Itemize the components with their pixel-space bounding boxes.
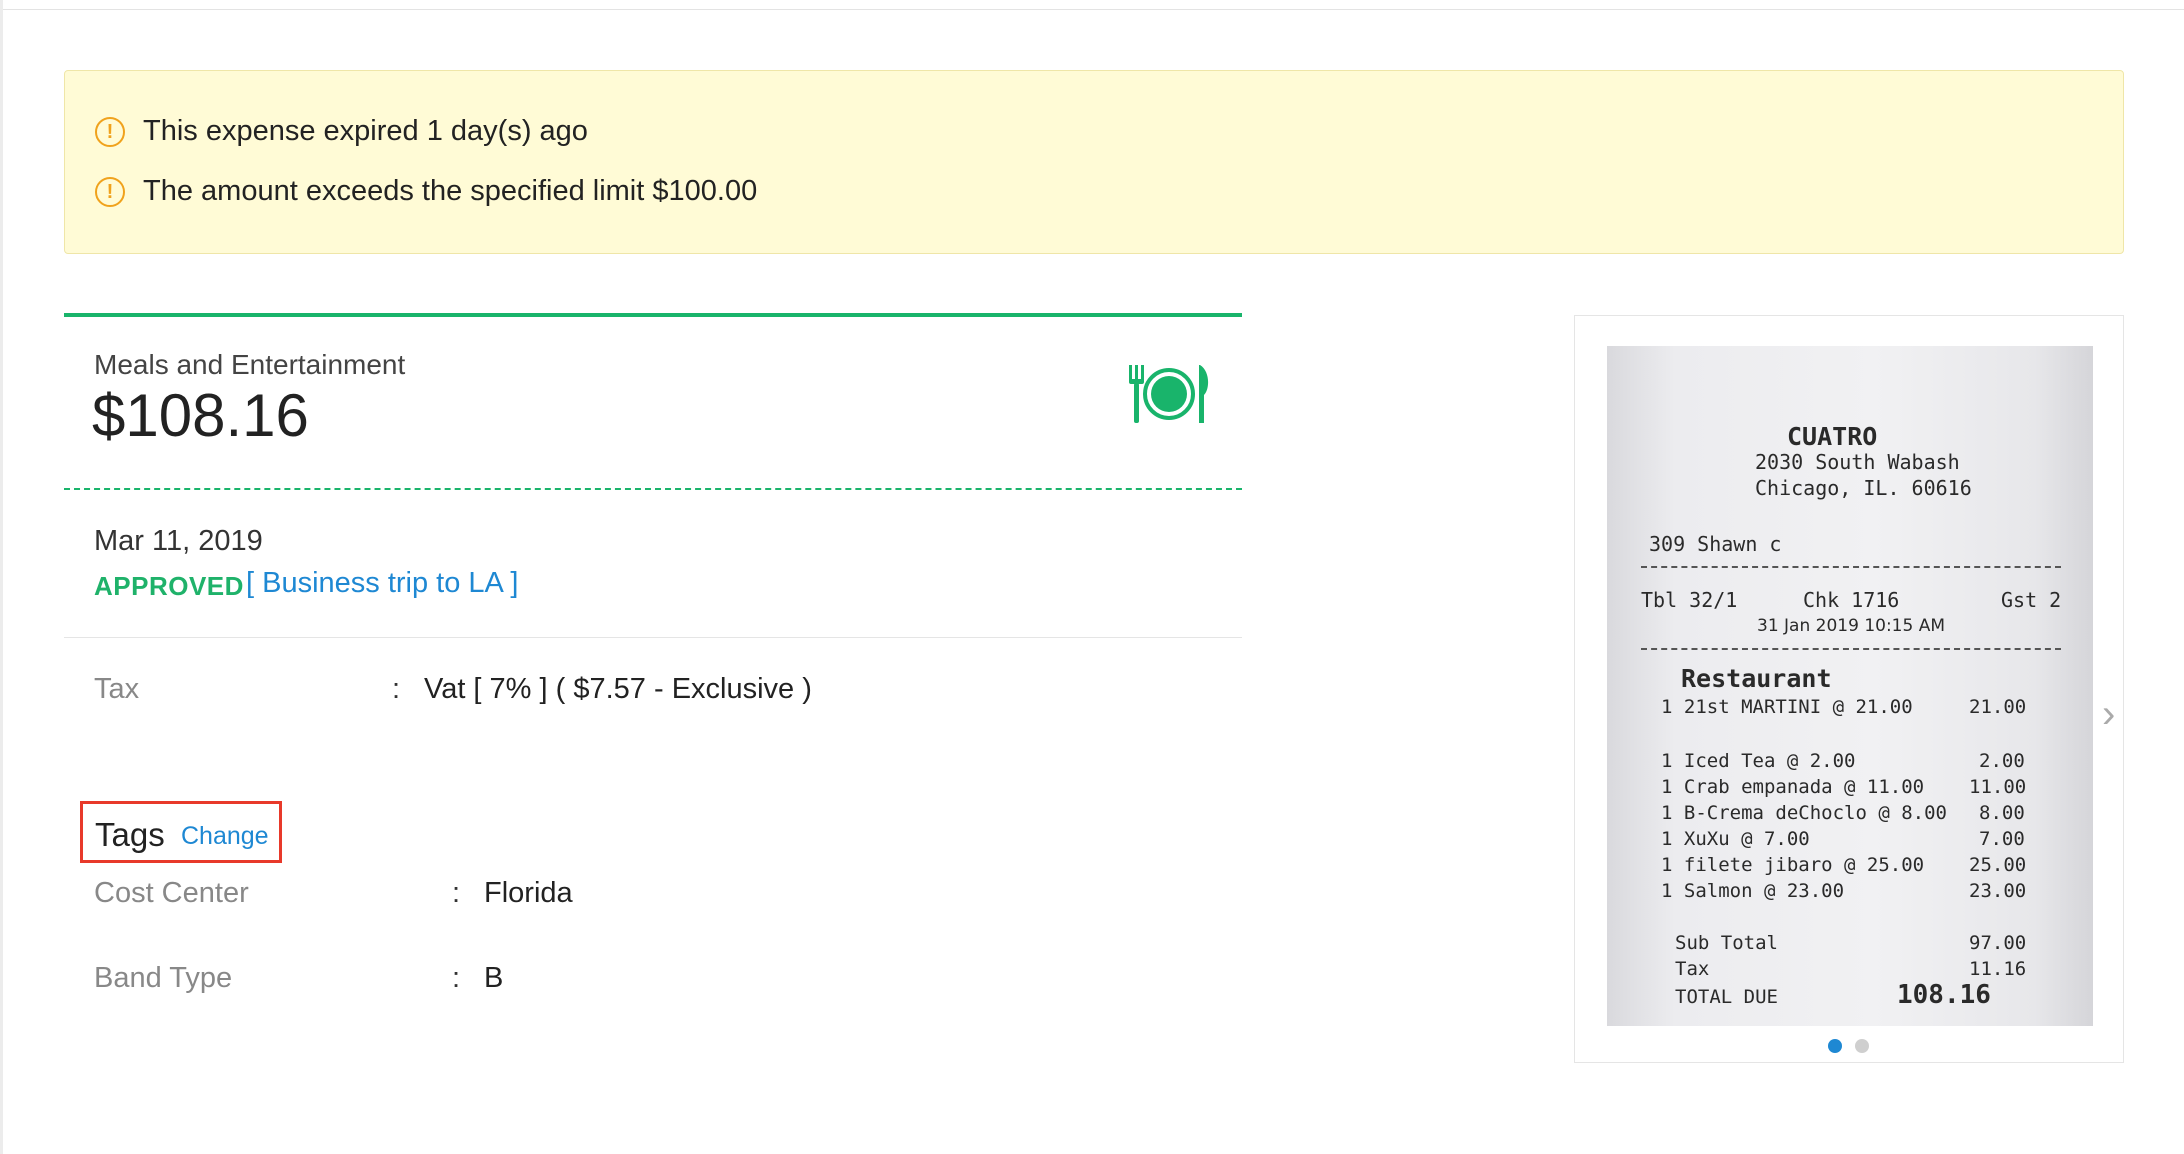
alert-expired: ! This expense expired 1 day(s) ago (95, 115, 588, 148)
top-divider (0, 0, 2184, 10)
receipt-line-item: 1 XuXu @ 7.00 (1661, 828, 1810, 850)
card-accent-bar (64, 313, 1242, 317)
receipt-server: 309 Shawn c (1649, 532, 1782, 556)
receipt-tax-label: Tax (1675, 958, 1710, 980)
receipt-line-price: 23.00 (1969, 880, 2027, 902)
warning-icon: ! (95, 116, 125, 147)
receipt-line-item: 1 21st MARTINI @ 21.00 (1661, 696, 1913, 718)
receipt-line-price: 2.00 (1979, 750, 2025, 772)
report-link[interactable]: [ Business trip to LA ] (246, 567, 518, 600)
dashed-divider (64, 488, 1242, 490)
receipt-line-price: 25.00 (1969, 854, 2027, 876)
receipt-address-1: 2030 South Wabash (1755, 450, 1960, 474)
fork-plate-knife-icon (1129, 365, 1209, 423)
tags-highlight-box: Tags Change (80, 801, 282, 863)
receipt-section: Restaurant (1681, 664, 1832, 693)
receipt-line-price: 11.00 (1969, 776, 2027, 798)
tax-value: Vat [ 7% ] ( $7.57 - Exclusive ) (424, 673, 812, 705)
receipt-subtotal: 97.00 (1969, 932, 2027, 954)
cost-center-label: Cost Center (94, 877, 249, 909)
cost-center-colon: : (452, 877, 461, 909)
status-badge: APPROVED (94, 571, 244, 601)
left-divider (0, 0, 3, 1154)
carousel-dot-2[interactable] (1855, 1039, 1869, 1053)
receipt-line-price: 21.00 (1969, 696, 2027, 718)
receipt-image[interactable]: CUATRO 2030 South Wabash Chicago, IL. 60… (1607, 346, 2093, 1026)
receipt-check: Chk 1716 (1803, 588, 1900, 612)
section-divider (64, 637, 1242, 638)
expense-details-card: Meals and Entertainment $108.16 Mar 11, … (64, 313, 1242, 1053)
receipt-preview: CUATRO 2030 South Wabash Chicago, IL. 60… (1574, 315, 2124, 1063)
receipt-datetime: 31 Jan 2019 10:15 AM (1757, 616, 1946, 636)
cost-center-value: Florida (484, 877, 573, 909)
receipt-total-label: TOTAL DUE (1675, 986, 1778, 1008)
warning-banner: ! This expense expired 1 day(s) ago ! Th… (64, 70, 2124, 254)
receipt-address-2: Chicago, IL. 60616 (1755, 476, 1972, 500)
carousel-dot-1[interactable] (1828, 1039, 1842, 1053)
receipt-total: 108.16 (1897, 980, 1991, 1010)
receipt-line-item: 1 Crab empanada @ 11.00 (1661, 776, 1925, 798)
tags-change-link[interactable]: Change (181, 822, 269, 851)
alert-limit-text: The amount exceeds the specified limit $… (143, 175, 758, 207)
receipt-guests: Gst 2 (2001, 588, 2062, 612)
receipt-line-item: 1 Iced Tea @ 2.00 (1661, 750, 1856, 772)
receipt-divider (1641, 566, 2061, 568)
expense-category: Meals and Entertainment (94, 349, 406, 380)
receipt-tax: 11.16 (1969, 958, 2027, 980)
receipt-merchant: CUATRO (1787, 422, 1878, 451)
alert-expired-text: This expense expired 1 day(s) ago (143, 115, 588, 147)
expense-amount: $108.16 (92, 382, 309, 449)
tax-colon: : (392, 673, 401, 705)
receipt-line-price: 8.00 (1979, 802, 2025, 824)
receipt-divider (1641, 648, 2061, 650)
receipt-line-price: 7.00 (1979, 828, 2025, 850)
expense-date: Mar 11, 2019 (94, 525, 263, 557)
tags-title: Tags (95, 816, 165, 853)
band-type-colon: : (452, 962, 461, 994)
alert-limit: ! The amount exceeds the specified limit… (95, 175, 757, 208)
warning-icon: ! (95, 176, 125, 207)
receipt-table: Tbl 32/1 (1641, 588, 1738, 612)
next-chevron-icon[interactable]: › (2102, 694, 2128, 734)
receipt-line-item: 1 B-Crema deChoclo @ 8.00 (1661, 802, 1947, 824)
tax-label: Tax (94, 673, 140, 705)
receipt-line-item: 1 Salmon @ 23.00 (1661, 880, 1845, 902)
receipt-subtotal-label: Sub Total (1675, 932, 1778, 954)
band-type-value: B (484, 962, 504, 994)
receipt-line-item: 1 filete jibaro @ 25.00 (1661, 854, 1925, 876)
band-type-label: Band Type (94, 962, 233, 994)
